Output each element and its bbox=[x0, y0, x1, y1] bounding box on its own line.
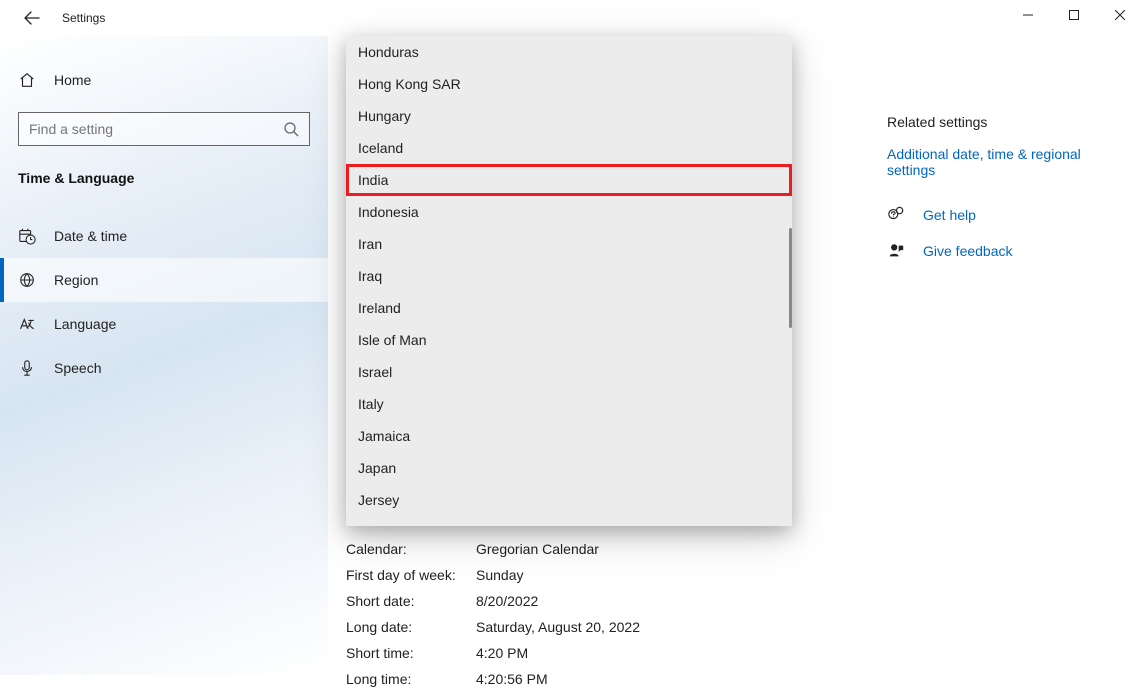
language-icon bbox=[18, 315, 36, 333]
close-button[interactable] bbox=[1097, 0, 1143, 30]
dropdown-item[interactable]: Honduras bbox=[346, 36, 792, 68]
format-row: Calendar:Gregorian Calendar bbox=[346, 536, 869, 562]
globe-icon bbox=[18, 271, 36, 289]
format-row: Long date:Saturday, August 20, 2022 bbox=[346, 614, 869, 640]
dropdown-item[interactable]: Jamaica bbox=[346, 420, 792, 452]
format-label: Short time: bbox=[346, 645, 476, 661]
back-arrow-icon bbox=[24, 10, 40, 26]
scrollbar-thumb[interactable] bbox=[789, 228, 792, 328]
calendar-clock-icon bbox=[18, 227, 36, 245]
title-bar: Settings bbox=[0, 0, 1143, 36]
dropdown-item[interactable]: Hungary bbox=[346, 100, 792, 132]
sidebar-item-label: Date & time bbox=[54, 228, 127, 244]
home-nav[interactable]: Home bbox=[0, 58, 328, 102]
give-feedback-row[interactable]: Give feedback bbox=[887, 242, 1119, 260]
region-format-table: Calendar:Gregorian Calendar First day of… bbox=[346, 536, 869, 692]
format-value: Sunday bbox=[476, 567, 523, 583]
search-box[interactable] bbox=[18, 112, 310, 146]
dropdown-item[interactable]: Ireland bbox=[346, 292, 792, 324]
minimize-button[interactable] bbox=[1005, 0, 1051, 30]
format-value: 8/20/2022 bbox=[476, 593, 538, 609]
dropdown-item[interactable]: Jersey bbox=[346, 484, 792, 516]
sidebar: Home Time & Language Date & time Region … bbox=[0, 36, 328, 675]
format-value: Gregorian Calendar bbox=[476, 541, 599, 557]
search-icon bbox=[283, 121, 299, 137]
right-column: Related settings Additional date, time &… bbox=[887, 36, 1143, 675]
minimize-icon bbox=[1023, 10, 1033, 20]
format-row: Short time:4:20 PM bbox=[346, 640, 869, 666]
format-label: First day of week: bbox=[346, 567, 476, 583]
get-help-link[interactable]: Get help bbox=[923, 207, 976, 223]
format-label: Short date: bbox=[346, 593, 476, 609]
give-feedback-link[interactable]: Give feedback bbox=[923, 243, 1013, 259]
dropdown-item[interactable]: Iceland bbox=[346, 132, 792, 164]
dropdown-item[interactable]: Hong Kong SAR bbox=[346, 68, 792, 100]
format-label: Calendar: bbox=[346, 541, 476, 557]
sidebar-item-label: Speech bbox=[54, 360, 101, 376]
format-row: Short date:8/20/2022 bbox=[346, 588, 869, 614]
dropdown-item[interactable]: Japan bbox=[346, 452, 792, 484]
sidebar-item-region[interactable]: Region bbox=[0, 258, 328, 302]
home-icon bbox=[18, 71, 36, 89]
dropdown-item[interactable]: Isle of Man bbox=[346, 324, 792, 356]
maximize-button[interactable] bbox=[1051, 0, 1097, 30]
format-value: Saturday, August 20, 2022 bbox=[476, 619, 640, 635]
sidebar-item-date-time[interactable]: Date & time bbox=[0, 214, 328, 258]
sidebar-item-label: Region bbox=[54, 272, 98, 288]
dropdown-item[interactable]: Iran bbox=[346, 228, 792, 260]
window-title: Settings bbox=[62, 11, 105, 25]
maximize-icon bbox=[1069, 10, 1079, 20]
get-help-row[interactable]: Get help bbox=[887, 206, 1119, 224]
format-row: First day of week:Sunday bbox=[346, 562, 869, 588]
sidebar-item-language[interactable]: Language bbox=[0, 302, 328, 346]
region-dropdown-list[interactable]: HondurasHong Kong SARHungaryIcelandIndia… bbox=[346, 36, 792, 526]
format-label: Long time: bbox=[346, 671, 476, 687]
related-link-additional[interactable]: Additional date, time & regional setting… bbox=[887, 146, 1119, 178]
section-title: Time & Language bbox=[0, 170, 328, 186]
back-button[interactable] bbox=[20, 6, 44, 30]
dropdown-item[interactable]: Israel bbox=[346, 356, 792, 388]
sidebar-item-speech[interactable]: Speech bbox=[0, 346, 328, 390]
dropdown-item[interactable]: India bbox=[346, 164, 792, 196]
format-value: 4:20 PM bbox=[476, 645, 528, 661]
related-settings-title: Related settings bbox=[887, 114, 1119, 130]
close-icon bbox=[1115, 10, 1125, 20]
search-input[interactable] bbox=[29, 121, 283, 137]
help-icon bbox=[887, 206, 905, 224]
home-label: Home bbox=[54, 72, 91, 88]
microphone-icon bbox=[18, 359, 36, 377]
dropdown-item[interactable]: Italy bbox=[346, 388, 792, 420]
feedback-icon bbox=[887, 242, 905, 260]
format-label: Long date: bbox=[346, 619, 476, 635]
dropdown-item[interactable]: Indonesia bbox=[346, 196, 792, 228]
format-value: 4:20:56 PM bbox=[476, 671, 548, 687]
dropdown-item[interactable]: Iraq bbox=[346, 260, 792, 292]
format-row: Long time:4:20:56 PM bbox=[346, 666, 869, 692]
sidebar-item-label: Language bbox=[54, 316, 116, 332]
window-controls bbox=[1005, 0, 1143, 30]
